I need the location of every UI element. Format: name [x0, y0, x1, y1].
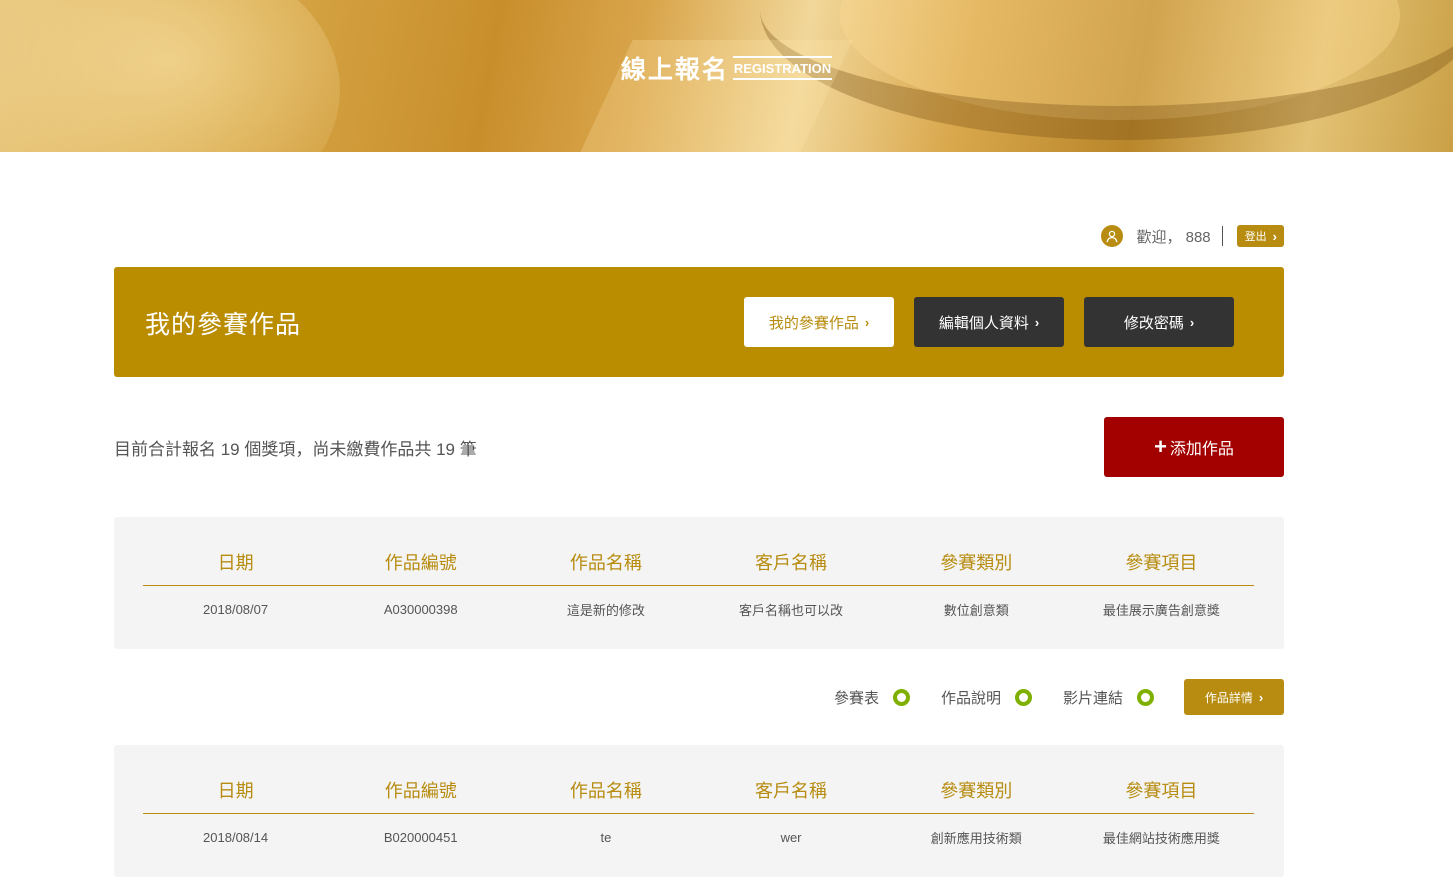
- entry-code: A030000398: [383, 601, 458, 617]
- entry-item: 最佳展示廣告創意獎: [1102, 602, 1220, 618]
- entry-card: 日期 作品編號 作品名稱 客戶名稱 參賽類別 參賽項目 2018/08/14 B…: [114, 745, 1284, 877]
- column-header: 參賽項目: [1068, 767, 1254, 814]
- entry-code: B020000451: [383, 829, 458, 845]
- entry-table: 日期 作品編號 作品名稱 客戶名稱 參賽類別 參賽項目 2018/08/14 B…: [143, 767, 1254, 861]
- edit-profile-label: 編輯個人資料: [938, 314, 1029, 332]
- registration-summary: 目前合計報名 19 個獎項，尚未繳費作品共 19 筆: [114, 440, 477, 459]
- page-title-zh: 線上報名: [620, 56, 729, 84]
- my-entries-button[interactable]: 我的參賽作品 ›: [744, 297, 894, 347]
- chevron-right-icon: ›: [1258, 689, 1264, 705]
- table-row: 2018/08/07 A030000398 這是新的修改 客戶名稱也可以改 數位…: [143, 585, 1254, 633]
- column-header: 參賽類別: [883, 539, 1069, 586]
- hero-banner: 線上報名 REGISTRATION: [0, 0, 1453, 152]
- entry-item: 最佳網站技術應用獎: [1102, 830, 1220, 846]
- add-entry-button[interactable]: + 添加作品: [1104, 417, 1284, 477]
- column-header: 作品編號: [328, 767, 514, 814]
- chevron-right-icon: ›: [1272, 228, 1277, 244]
- page-title: 線上報名 REGISTRATION: [0, 50, 1453, 86]
- entry-client: wer: [780, 829, 802, 845]
- status-complete-icon: [892, 688, 910, 706]
- banner-title: 我的參賽作品: [145, 311, 302, 339]
- entry-table: 日期 作品編號 作品名稱 客戶名稱 參賽類別 參賽項目 2018/08/07 A…: [143, 539, 1254, 633]
- column-header: 客戶名稱: [698, 539, 884, 586]
- column-header: 客戶名稱: [698, 767, 884, 814]
- divider: [1221, 226, 1223, 246]
- column-header: 日期: [143, 539, 329, 586]
- column-header: 作品名稱: [513, 767, 699, 814]
- user-bar: 歡迎， 888 登出 ›: [1101, 224, 1284, 248]
- add-entry-label: 添加作品: [1169, 441, 1234, 458]
- change-password-label: 修改密碼: [1123, 314, 1184, 332]
- entry-name: 這是新的修改: [566, 602, 645, 618]
- logout-button[interactable]: 登出 ›: [1236, 225, 1284, 247]
- column-header: 參賽類別: [883, 767, 1069, 814]
- status-label: 參賽表: [833, 689, 879, 707]
- entry-client: 客戶名稱也可以改: [739, 602, 844, 618]
- chevron-right-icon: ›: [1034, 314, 1040, 330]
- entry-card: 日期 作品編號 作品名稱 客戶名稱 參賽類別 參賽項目 2018/08/07 A…: [114, 517, 1284, 649]
- entry-detail-label: 作品詳情: [1204, 690, 1253, 705]
- status-label: 作品說明: [940, 689, 1001, 707]
- plus-icon: +: [1154, 434, 1167, 459]
- change-password-button[interactable]: 修改密碼 ›: [1084, 297, 1234, 347]
- status-entry-form: 參賽表: [834, 687, 910, 708]
- entry-category: 創新應用技術類: [930, 830, 1022, 846]
- status-complete-icon: [1137, 688, 1154, 706]
- entry-date: 2018/08/07: [203, 601, 269, 617]
- status-description: 作品說明: [941, 687, 1032, 708]
- member-banner: 我的參賽作品 我的參賽作品 › 編輯個人資料 › 修改密碼 ›: [114, 267, 1284, 377]
- logout-label: 登出: [1244, 231, 1267, 243]
- edit-profile-button[interactable]: 編輯個人資料 ›: [914, 297, 1064, 347]
- table-row: 2018/08/14 B020000451 te wer 創新應用技術類 最佳網…: [143, 813, 1254, 861]
- chevron-right-icon: ›: [1189, 314, 1195, 330]
- column-header: 作品編號: [328, 539, 514, 586]
- entry-detail-button[interactable]: 作品詳情 ›: [1184, 679, 1284, 715]
- column-header: 參賽項目: [1068, 539, 1254, 586]
- column-header: 日期: [143, 767, 329, 814]
- entry-name: te: [600, 829, 612, 845]
- status-complete-icon: [1014, 688, 1032, 706]
- welcome-text: 歡迎， 888: [1136, 228, 1211, 246]
- column-header: 作品名稱: [513, 539, 699, 586]
- table-header-row: 日期 作品編號 作品名稱 客戶名稱 參賽類別 參賽項目: [143, 767, 1254, 814]
- status-label: 影片連結: [1062, 689, 1123, 707]
- status-video-link: 影片連結: [1063, 687, 1154, 708]
- table-header-row: 日期 作品編號 作品名稱 客戶名稱 參賽類別 參賽項目: [143, 539, 1254, 586]
- user-icon: [1101, 225, 1124, 247]
- entry-status-bar: 參賽表 作品說明 影片連結 作品詳情 ›: [834, 679, 1284, 715]
- chevron-right-icon: ›: [864, 314, 870, 330]
- entry-date: 2018/08/14: [203, 829, 269, 845]
- my-entries-label: 我的參賽作品: [768, 314, 859, 332]
- entry-category: 數位創意類: [943, 602, 1009, 618]
- page-title-en: REGISTRATION: [732, 56, 833, 80]
